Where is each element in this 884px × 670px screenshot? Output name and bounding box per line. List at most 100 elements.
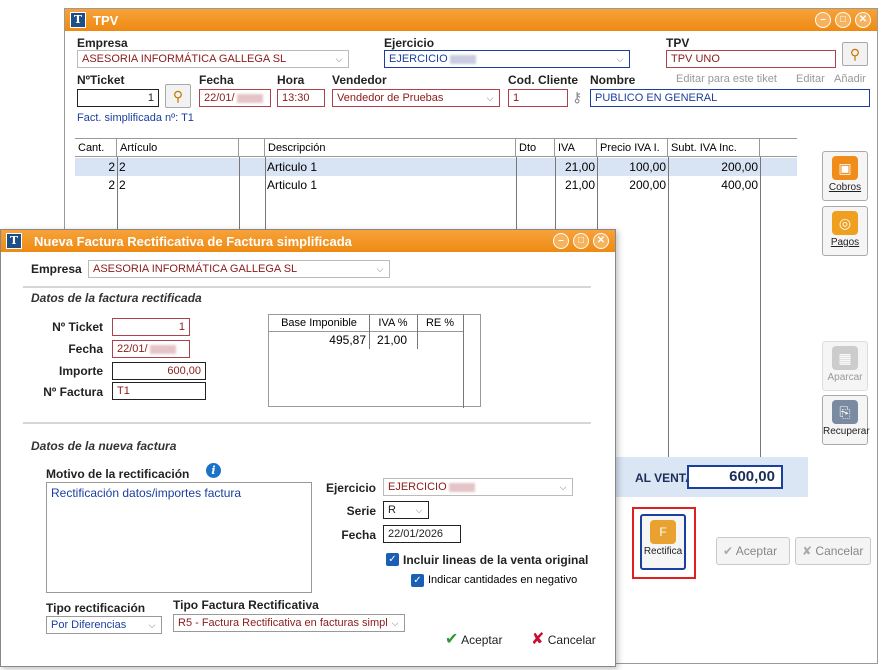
- col-iva: IVA: [555, 139, 597, 157]
- chevron-down-icon: ⌵: [486, 93, 494, 103]
- cancelar-label: Cancelar: [547, 633, 596, 647]
- cod-cliente-value: 1: [513, 92, 520, 104]
- rectifica-button[interactable]: F Rectifica: [640, 514, 686, 570]
- ejercicio-value: EJERCICIO: [388, 481, 447, 493]
- nfactura-label: Nº Factura: [43, 385, 103, 399]
- grid-header: Cant. Artículo Descripción Dto IVA Preci…: [75, 139, 797, 157]
- close-button[interactable]: ✕: [855, 12, 871, 28]
- row-articulo: 2: [119, 178, 126, 192]
- chevron-down-icon: ⌵: [616, 54, 624, 64]
- fecha2-field[interactable]: 22/01/2026: [383, 525, 461, 543]
- fecha-field[interactable]: 22/01/: [199, 89, 271, 107]
- tpv-field[interactable]: TPV UNO: [666, 50, 836, 68]
- motivo-textarea[interactable]: Rectificación datos/importes factura: [46, 482, 312, 593]
- motivo-label: Motivo de la rectificación: [46, 467, 190, 481]
- nfactura-field[interactable]: T1: [112, 382, 206, 400]
- dialog-aceptar-button[interactable]: ✔ Aceptar: [445, 627, 502, 653]
- rectificativa-dialog: T Nueva Factura Rectificativa de Factura…: [0, 229, 616, 667]
- col-precio: Precio IVA I.: [597, 139, 668, 157]
- nticket-value: 1: [147, 92, 154, 104]
- table-row[interactable]: 2 2 Articulo 1 21,00 200,00 400,00: [75, 176, 797, 194]
- cod-cliente-label: Cod. Cliente: [508, 73, 579, 87]
- tpv-search-button[interactable]: ⚲: [842, 42, 868, 66]
- row-subtotal: 200,00: [721, 160, 758, 174]
- nombre-label: Nombre: [590, 73, 636, 87]
- minimize-button[interactable]: –: [815, 12, 831, 28]
- pagos-button[interactable]: ◎ Pagos: [822, 206, 868, 256]
- fecha-value: 22/01/: [117, 343, 148, 355]
- maximize-button[interactable]: □: [573, 233, 589, 249]
- cobros-button[interactable]: ▣ Cobros: [822, 151, 868, 201]
- tipo-fact-label: Tipo Factura Rectificativa: [173, 598, 319, 612]
- serie-select[interactable]: R ⌵: [383, 501, 429, 519]
- empresa-select[interactable]: ASESORIA INFORMÁTICA GALLEGA SL ⌵: [77, 50, 349, 68]
- dialog-titlebar: T Nueva Factura Rectificativa de Factura…: [1, 230, 615, 252]
- minimize-button[interactable]: –: [553, 233, 569, 249]
- empresa-label: Empresa: [77, 36, 128, 50]
- row-articulo: 2: [119, 160, 126, 174]
- ticket-search-button[interactable]: ⚲: [165, 84, 191, 108]
- tpv-aceptar-button[interactable]: ✔ Aceptar: [716, 537, 790, 565]
- iva-table[interactable]: Base Imponible IVA % RE % 495,87 21,00: [268, 314, 481, 408]
- nticket-label: NºTicket: [77, 73, 125, 87]
- tipo-rect-label: Tipo rectificación: [46, 601, 146, 615]
- nticket-value: 1: [178, 321, 185, 333]
- editar-link[interactable]: Editar: [796, 73, 825, 85]
- table-row[interactable]: 495,87 21,00: [269, 333, 464, 349]
- col-articulo: Artículo: [117, 139, 239, 157]
- nombre-value: PUBLICO EN GENERAL: [595, 92, 718, 104]
- briefcase-icon: ▣: [832, 156, 858, 180]
- empresa-value: ASESORIA INFORMÁTICA GALLEGA SL: [82, 53, 287, 65]
- tipo-fact-select[interactable]: R5 - Factura Rectificativa en facturas s…: [173, 614, 405, 632]
- vendedor-label: Vendedor: [332, 73, 387, 87]
- app-icon: T: [6, 233, 22, 249]
- dialog-cancelar-button[interactable]: ✘ Cancelar: [531, 627, 596, 653]
- editar-tiket-link[interactable]: Editar para este tiket: [676, 73, 777, 85]
- tpv-label: TPV: [666, 36, 690, 50]
- hora-field[interactable]: 13:30: [277, 89, 325, 107]
- motivo-value: Rectificación datos/importes factura: [51, 486, 242, 500]
- key-icon[interactable]: ⚷: [572, 89, 582, 106]
- tpv-cancelar-button[interactable]: ✘ Cancelar: [795, 537, 871, 565]
- cross-icon: ✘: [802, 544, 813, 558]
- incluir-checkbox[interactable]: ✓: [386, 553, 399, 566]
- importe-label: Importe: [58, 364, 103, 378]
- ejercicio-select[interactable]: EJERCICIO ⌵: [384, 50, 630, 68]
- nombre-field[interactable]: PUBLICO EN GENERAL: [590, 89, 870, 107]
- rectifica-icon: F: [650, 520, 676, 544]
- anadir-link[interactable]: Añadir: [834, 73, 866, 85]
- tipo-rect-select[interactable]: Por Diferencias ⌵: [46, 616, 162, 634]
- chevron-down-icon: ⌵: [376, 264, 384, 274]
- col-descripcion: Descripción: [265, 139, 516, 157]
- fecha-value: 22/01/: [204, 92, 235, 104]
- info-icon[interactable]: i: [206, 463, 221, 478]
- tipo-fact-value: R5 - Factura Rectificativa en facturas s…: [178, 617, 388, 629]
- importe-field[interactable]: 600,00: [112, 362, 206, 380]
- indicar-checkbox[interactable]: ✓: [411, 574, 424, 587]
- col-iva: IVA %: [378, 317, 408, 329]
- aceptar-label: Aceptar: [735, 544, 778, 558]
- ejercicio-select[interactable]: EJERCICIO ⌵: [383, 478, 573, 496]
- nticket-field[interactable]: 1: [77, 89, 159, 107]
- empresa-select[interactable]: ASESORIA INFORMÁTICA GALLEGA SL ⌵: [88, 260, 390, 278]
- vendedor-select[interactable]: Vendedor de Pruebas ⌵: [332, 89, 500, 107]
- close-button[interactable]: ✕: [593, 233, 609, 249]
- table-row[interactable]: 2 2 Articulo 1 21,00 100,00 200,00: [75, 158, 797, 176]
- total-band: AL VENTA 600,00: [595, 457, 808, 497]
- recuperar-button[interactable]: ⎘ Recuperar: [822, 395, 870, 445]
- nticket-label: Nº Ticket: [52, 320, 103, 334]
- maximize-button[interactable]: □: [835, 12, 851, 28]
- total-value: 600,00: [687, 465, 783, 489]
- fecha-field[interactable]: 22/01/: [112, 340, 190, 358]
- aparcar-button[interactable]: ▦ Aparcar: [822, 341, 868, 391]
- ejercicio-value: EJERCICIO: [389, 53, 448, 65]
- cod-cliente-field[interactable]: 1: [508, 89, 568, 107]
- fecha-label: Fecha: [199, 73, 234, 87]
- col-cant: Cant.: [75, 139, 117, 157]
- row-cant: 2: [108, 178, 115, 192]
- fecha-label: Fecha: [68, 342, 103, 356]
- nticket-field[interactable]: 1: [112, 318, 190, 336]
- col-dto: Dto: [516, 139, 555, 157]
- chevron-down-icon: ⌵: [335, 54, 343, 64]
- calendar-icon: ▦: [832, 346, 858, 370]
